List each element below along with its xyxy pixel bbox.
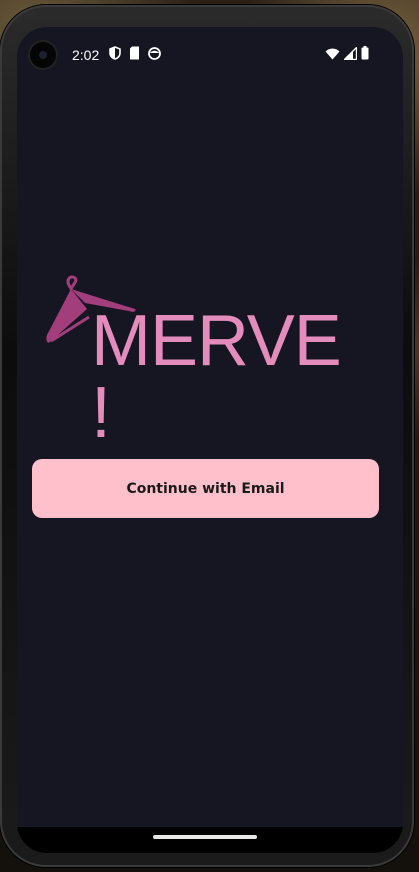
phone-frame: 2:02 MERVE ! Continue with Email bbox=[0, 5, 414, 867]
front-camera bbox=[30, 42, 56, 68]
wifi-icon bbox=[325, 45, 340, 64]
status-icons-right bbox=[325, 45, 369, 64]
navigation-bar bbox=[17, 827, 403, 853]
status-time: 2:02 bbox=[72, 47, 100, 63]
sim-card-icon bbox=[129, 45, 140, 64]
shield-icon bbox=[109, 45, 121, 64]
face-icon bbox=[148, 45, 161, 64]
home-indicator[interactable] bbox=[153, 835, 257, 839]
signal-icon bbox=[342, 45, 358, 64]
battery-icon bbox=[361, 45, 369, 64]
app-screen: 2:02 MERVE ! Continue with Email bbox=[17, 27, 403, 853]
app-logo: MERVE ! bbox=[45, 275, 375, 449]
logo-text: MERVE ! bbox=[91, 301, 342, 453]
continue-with-email-button[interactable]: Continue with Email bbox=[32, 459, 379, 518]
status-icons-left bbox=[109, 45, 161, 64]
